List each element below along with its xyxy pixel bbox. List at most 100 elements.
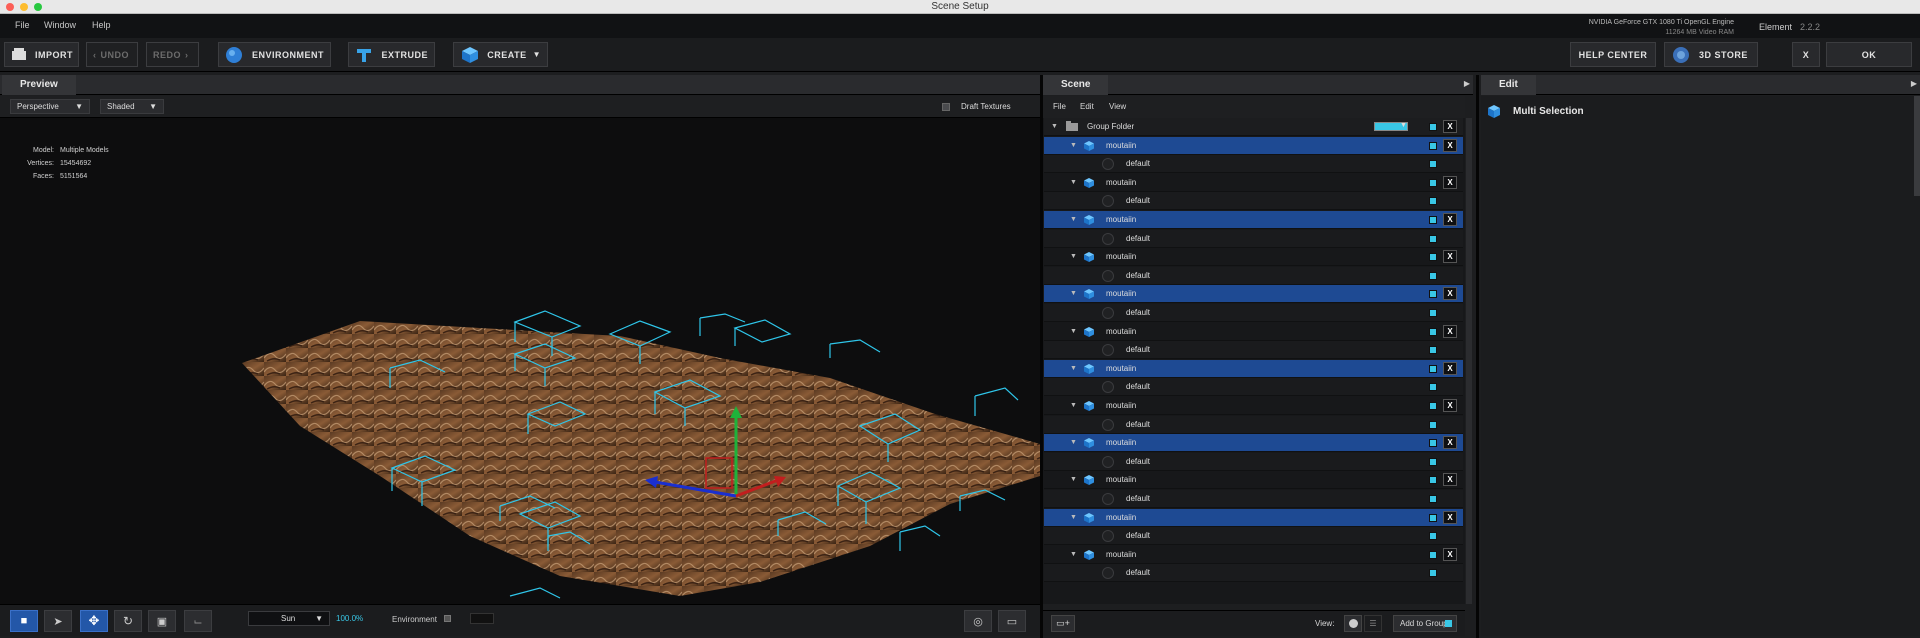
- view-list-button[interactable]: ☰: [1364, 615, 1382, 632]
- target-button[interactable]: ◎: [964, 610, 992, 632]
- scene-menu-file[interactable]: File: [1053, 102, 1066, 111]
- visibility-toggle[interactable]: [1429, 290, 1437, 299]
- model-row[interactable]: ▼ moutaiin: [1044, 434, 1463, 453]
- scene-menu-view[interactable]: View: [1109, 102, 1126, 111]
- rotate-tool-button[interactable]: ↻: [114, 610, 142, 632]
- remove-button[interactable]: X: [1443, 510, 1457, 524]
- expand-arrow-icon[interactable]: ▼: [1070, 253, 1077, 260]
- material-row[interactable]: default: [1044, 304, 1463, 322]
- menu-help[interactable]: Help: [92, 20, 111, 30]
- material-row[interactable]: default: [1044, 378, 1463, 397]
- visibility-toggle[interactable]: [1429, 346, 1437, 355]
- shading-select[interactable]: Shaded ▼: [100, 99, 164, 114]
- visibility-toggle[interactable]: [1429, 532, 1437, 541]
- material-swatch[interactable]: [1102, 455, 1114, 468]
- visibility-toggle[interactable]: [1429, 383, 1437, 392]
- model-row[interactable]: ▼ moutaiin: [1044, 174, 1463, 192]
- group-folder-row[interactable]: ▼ Group Folder ▼: [1044, 118, 1463, 136]
- panel-divider[interactable]: [1476, 75, 1479, 638]
- draft-textures-checkbox[interactable]: [942, 103, 950, 111]
- remove-button[interactable]: X: [1443, 175, 1457, 189]
- environment-button[interactable]: ENVIRONMENT: [218, 42, 331, 67]
- cancel-button[interactable]: X: [1792, 42, 1820, 67]
- material-swatch[interactable]: [1102, 344, 1114, 357]
- model-row[interactable]: ▼ moutaiin: [1044, 323, 1463, 341]
- tab-edit[interactable]: Edit: [1481, 75, 1536, 95]
- model-row[interactable]: ▼ moutaiin: [1044, 248, 1463, 267]
- visibility-toggle[interactable]: [1429, 402, 1437, 410]
- edit-scroll-edge[interactable]: [1914, 96, 1920, 196]
- expand-arrow-icon[interactable]: ▼: [1070, 439, 1077, 446]
- environment-color-swatch[interactable]: [470, 613, 494, 624]
- undo-button[interactable]: ‹ UNDO: [86, 42, 138, 67]
- material-row[interactable]: default: [1044, 341, 1463, 360]
- visibility-toggle[interactable]: [1429, 439, 1437, 448]
- remove-button[interactable]: X: [1443, 436, 1457, 450]
- material-swatch[interactable]: [1102, 232, 1114, 245]
- material-swatch[interactable]: [1102, 158, 1114, 171]
- add-to-group-button[interactable]: Add to Group: [1393, 615, 1457, 632]
- material-row[interactable]: default: [1044, 564, 1463, 583]
- expand-arrow-icon[interactable]: ▼: [1070, 365, 1077, 372]
- expand-arrow-icon[interactable]: ▼: [1070, 551, 1077, 558]
- ruler-tool-button[interactable]: ⌙: [184, 610, 212, 632]
- material-row[interactable]: default: [1044, 192, 1463, 211]
- ok-button[interactable]: OK: [1826, 42, 1912, 67]
- remove-button[interactable]: X: [1443, 250, 1457, 264]
- import-button[interactable]: IMPORT: [4, 42, 79, 67]
- material-row[interactable]: default: [1044, 527, 1463, 546]
- model-row[interactable]: ▼ moutaiin: [1044, 285, 1463, 304]
- tab-scene[interactable]: Scene: [1043, 75, 1109, 95]
- material-swatch[interactable]: [1102, 567, 1114, 580]
- material-row[interactable]: default: [1044, 229, 1463, 248]
- add-to-group-checkbox[interactable]: [1445, 620, 1452, 627]
- material-row[interactable]: default: [1044, 415, 1463, 434]
- material-row[interactable]: default: [1044, 155, 1463, 174]
- remove-button[interactable]: X: [1443, 324, 1457, 338]
- visibility-toggle[interactable]: [1429, 234, 1437, 243]
- remove-button[interactable]: X: [1443, 361, 1457, 375]
- select-tool-button[interactable]: ➤: [44, 610, 72, 632]
- visibility-toggle[interactable]: [1429, 550, 1437, 559]
- model-row[interactable]: ▼ moutaiin: [1044, 508, 1463, 527]
- visibility-toggle[interactable]: [1429, 327, 1437, 336]
- visibility-toggle[interactable]: [1429, 309, 1437, 317]
- expand-arrow-icon[interactable]: ▼: [1070, 476, 1077, 483]
- material-swatch[interactable]: [1102, 493, 1114, 505]
- material-row[interactable]: default: [1044, 266, 1463, 285]
- visibility-toggle[interactable]: [1429, 141, 1437, 150]
- model-row[interactable]: ▼ moutaiin: [1044, 136, 1463, 155]
- model-row[interactable]: ▼ moutaiin: [1044, 546, 1463, 564]
- expand-arrow-icon[interactable]: ▼: [1070, 179, 1077, 186]
- new-folder-button[interactable]: ▭+: [1051, 615, 1075, 632]
- 3d-viewport[interactable]: [0, 96, 1040, 604]
- model-row[interactable]: ▼ moutaiin: [1044, 211, 1463, 229]
- visibility-toggle[interactable]: [1429, 160, 1437, 169]
- material-swatch[interactable]: [1102, 269, 1114, 282]
- visibility-toggle[interactable]: [1429, 216, 1437, 224]
- visibility-toggle[interactable]: [1429, 513, 1437, 522]
- remove-button[interactable]: X: [1443, 547, 1457, 561]
- visibility-toggle[interactable]: [1429, 364, 1437, 373]
- remove-button[interactable]: X: [1443, 213, 1457, 226]
- model-row[interactable]: ▼ moutaiin: [1044, 471, 1463, 490]
- move-tool-button[interactable]: ✥: [80, 610, 108, 632]
- visibility-toggle[interactable]: [1429, 476, 1437, 485]
- 3d-store-button[interactable]: 3D STORE: [1664, 42, 1758, 67]
- visibility-toggle[interactable]: [1429, 197, 1437, 206]
- visibility-toggle[interactable]: [1429, 495, 1437, 503]
- menu-file[interactable]: File: [15, 20, 30, 30]
- screen-button[interactable]: ▭: [998, 610, 1026, 632]
- expand-arrow-icon[interactable]: ▼: [1070, 216, 1077, 223]
- scene-scrollbar[interactable]: [1466, 118, 1472, 604]
- scale-tool-button[interactable]: ▣: [148, 610, 176, 632]
- remove-button[interactable]: X: [1443, 120, 1457, 133]
- model-row[interactable]: ▼ moutaiin: [1044, 359, 1463, 378]
- caret-down-icon[interactable]: ▼: [1400, 122, 1407, 129]
- light-select[interactable]: Sun ▼: [248, 611, 330, 626]
- help-center-button[interactable]: HELP CENTER: [1570, 42, 1656, 67]
- visibility-toggle[interactable]: [1429, 420, 1437, 429]
- material-swatch[interactable]: [1102, 195, 1114, 208]
- environment-checkbox[interactable]: [444, 615, 451, 622]
- visibility-toggle[interactable]: [1429, 123, 1437, 131]
